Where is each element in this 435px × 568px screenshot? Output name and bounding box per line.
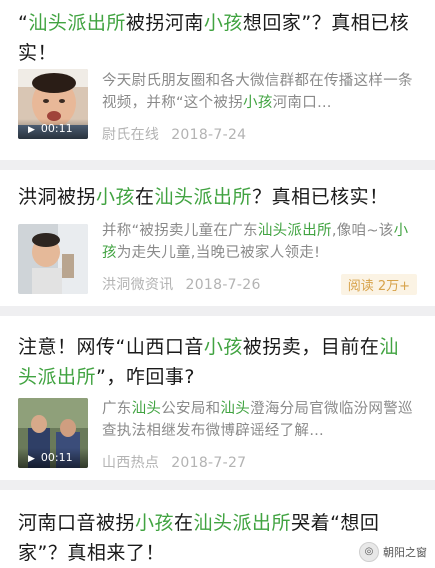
text-segment: 河南口音被拐 [18,512,136,534]
keyword-highlight: 小孩 [203,12,243,34]
article-title[interactable]: 注意！网传“山西口音小孩被拐卖，目前在汕头派出所”，咋回事? [18,332,418,392]
text-segment: ”，咋回事? [96,366,195,388]
wechat-account-icon: ◎ [359,542,379,562]
keyword-highlight: 汕头 [220,401,251,417]
child-photo-thumbnail [18,224,88,294]
video-duration: ▶ 00:11 [18,119,88,139]
article-card[interactable]: 注意！网传“山西口音小孩被拐卖，目前在汕头派出所”，咋回事? ▶ 00:11 广东… [0,316,435,480]
source-name[interactable]: 尉氏在线 [102,127,159,143]
text-segment: 注意！网传“山西口音 [18,336,204,358]
watermark: ◎ 朝阳之窗 [359,542,427,562]
text-segment: 公安局和 [161,401,221,417]
article-title[interactable]: 河南口音被拐小孩在汕头派出所哭着“想回家”？真相来了！ [18,508,418,568]
read-count-badge: 阅读 2万+ [340,274,417,295]
text-segment: 广东 [102,401,132,417]
duration-label: 00:11 [40,451,73,464]
source-name[interactable]: 洪洞微资讯 [102,277,174,293]
text-segment: ,像咱~该 [331,223,394,239]
duration-label: 00:11 [40,122,73,135]
keyword-highlight: 小孩 [203,336,243,358]
keyword-highlight: 汕头派出所 [257,223,332,239]
keyword-highlight: 小孩 [96,186,136,208]
text-segment: 为走失儿童,当晚已被家人领走! [116,245,321,261]
text-segment: 被拐卖，目前在 [242,336,380,358]
article-card[interactable]: 河南口音被拐小孩在汕头派出所哭着“想回家”？真相来了！ ◎ 朝阳之窗 [0,490,435,568]
publish-date: 2018-7-26 [185,277,261,293]
article-summary: 今天尉氏朋友圈和各大微信群都在传播这样一条视频，并称“这个被拐小孩河南口… [102,70,418,114]
play-icon: ▶ [28,125,35,135]
text-segment: 在 [135,186,155,208]
watermark-label: 朝阳之窗 [383,546,427,559]
article-summary: 广东汕头公安局和汕头澄海分局官微临汾网警巡查执法相继发布微博辟谣经了解… [102,398,418,442]
text-segment: ？真相已核实！ [252,186,389,208]
article-meta: 尉氏在线 2018-7-24 [102,124,246,144]
article-card[interactable]: 洪洞被拐小孩在汕头派出所？真相已核实！ 并称“被拐卖儿童在广东汕头派出所,像咱~… [0,170,435,306]
video-thumbnail[interactable]: ▶ 00:11 [18,69,88,139]
article-card[interactable]: “汕头派出所被拐河南小孩想回家”？真相已核实！ ▶ 00:11 今天尉氏朋友圈和各… [0,0,435,160]
video-thumbnail[interactable]: ▶ 00:11 [18,398,88,468]
text-segment: 河南口… [272,95,332,111]
keyword-highlight: 汕头派出所 [154,186,253,208]
play-icon: ▶ [28,454,35,464]
article-thumbnail[interactable] [18,224,88,294]
publish-date: 2018-7-27 [171,455,247,471]
text-segment: “ [18,12,29,34]
article-meta: 洪洞微资讯 2018-7-26 [102,274,261,294]
article-meta: 山西热点 2018-7-27 [102,452,246,472]
keyword-highlight: 汕头 [131,401,162,417]
keyword-highlight: 汕头派出所 [193,512,292,534]
text-segment: 在 [174,512,194,534]
text-segment: 并称“被拐卖儿童在广东 [102,223,258,239]
publish-date: 2018-7-24 [171,127,247,143]
article-title[interactable]: 洪洞被拐小孩在汕头派出所？真相已核实！ [18,182,418,212]
article-summary: 并称“被拐卖儿童在广东汕头派出所,像咱~该小孩为走失儿童,当晚已被家人领走! [102,220,418,264]
keyword-highlight: 小孩 [243,95,273,111]
article-title[interactable]: “汕头派出所被拐河南小孩想回家”？真相已核实！ [18,8,418,68]
video-duration: ▶ 00:11 [18,448,88,468]
source-name[interactable]: 山西热点 [102,455,159,471]
text-segment: 洪洞被拐 [18,186,97,208]
keyword-highlight: 小孩 [135,512,175,534]
text-segment: 被拐河南 [125,12,204,34]
keyword-highlight: 汕头派出所 [28,12,126,34]
